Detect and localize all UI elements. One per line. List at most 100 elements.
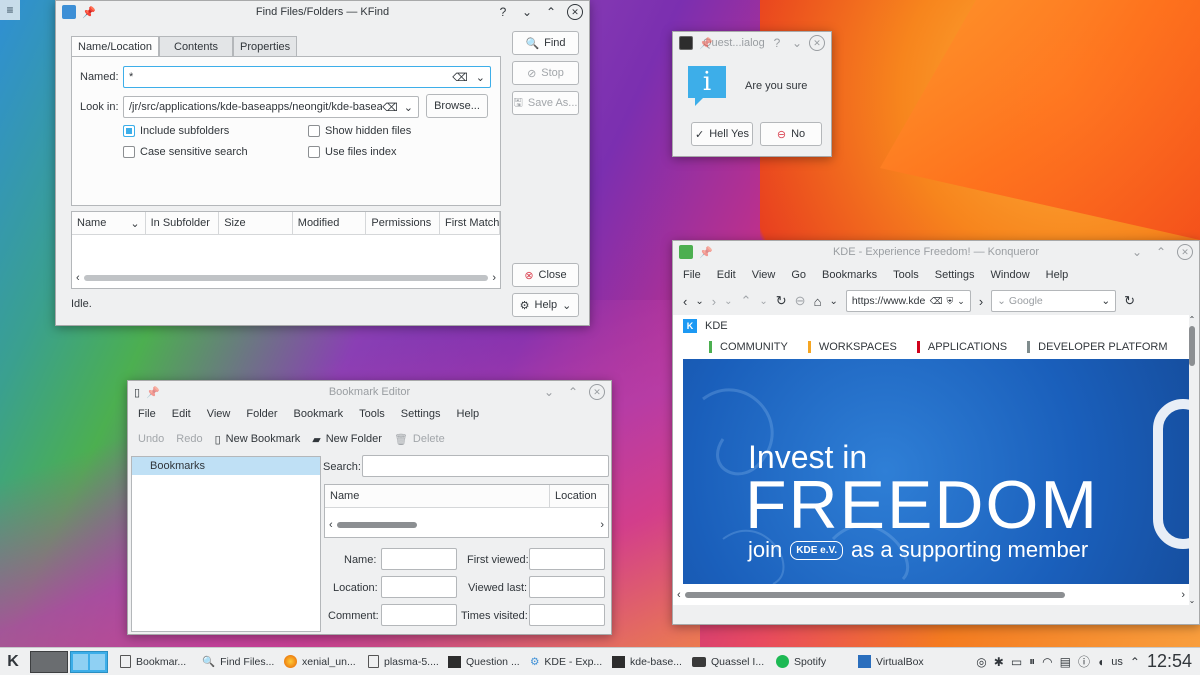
nav-community[interactable]: COMMUNITY xyxy=(683,341,798,353)
help-icon[interactable]: ? xyxy=(495,4,511,20)
bookmark-titlebar[interactable]: ▯ 📌 Bookmark Editor ⌄ ⌃ ✕ xyxy=(128,381,611,403)
nav-developer-platform[interactable]: DEVELOPER PLATFORM xyxy=(1017,341,1177,353)
browse-button[interactable]: Browse... xyxy=(426,94,488,118)
close-icon[interactable]: ✕ xyxy=(809,35,825,51)
minimize-icon[interactable]: ⌄ xyxy=(519,4,535,20)
chevron-down-icon[interactable]: ⌄ xyxy=(404,101,413,114)
kde-logo-icon[interactable]: K xyxy=(683,319,697,333)
minimize-icon[interactable]: ⌄ xyxy=(1129,244,1145,260)
case-sensitive-checkbox[interactable]: Case sensitive search xyxy=(123,146,248,158)
save-as-button[interactable]: 🖫 Save As... xyxy=(512,91,579,115)
desktop-1[interactable] xyxy=(30,650,68,673)
lookin-input[interactable]: /jr/src/applications/kde-baseapps/neongi… xyxy=(123,96,419,118)
task-konqueror[interactable]: ⚙ KDE - Exp... xyxy=(526,649,606,675)
chevron-down-icon[interactable]: ⌄ xyxy=(695,296,703,307)
show-hidden-checkbox[interactable]: Show hidden files xyxy=(308,125,411,137)
maximize-icon[interactable]: ⌃ xyxy=(565,384,581,400)
menu-view[interactable]: View xyxy=(744,269,784,281)
menu-file[interactable]: File xyxy=(675,269,709,281)
search-input[interactable] xyxy=(362,455,609,477)
menu-view[interactable]: View xyxy=(199,408,239,420)
chevron-down-icon[interactable]: ⌄ xyxy=(476,71,485,84)
minimize-icon[interactable]: ⌄ xyxy=(789,35,805,51)
menu-folder[interactable]: Folder xyxy=(238,408,285,420)
clear-icon[interactable]: ⌫ xyxy=(382,101,398,114)
close-icon[interactable]: ✕ xyxy=(589,384,605,400)
expand-tray-icon[interactable]: ⌃ xyxy=(1130,655,1140,669)
nav-workspaces[interactable]: WORKSPACES xyxy=(798,341,907,353)
menu-tools[interactable]: Tools xyxy=(885,269,927,281)
close-icon[interactable]: ✕ xyxy=(1177,244,1193,260)
column-header-name[interactable]: Name ⌄ xyxy=(72,212,146,234)
task-bookmark-editor[interactable]: Bookmar... xyxy=(116,649,196,675)
desktop-2[interactable] xyxy=(70,650,108,673)
task-question[interactable]: Question ... xyxy=(444,649,524,675)
task-quassel[interactable]: Quassel I... xyxy=(688,649,770,675)
menu-edit[interactable]: Edit xyxy=(164,408,199,420)
up-icon[interactable]: ⌃ xyxy=(740,293,751,309)
task-plasma[interactable]: plasma-5.... xyxy=(364,649,442,675)
volume-icon[interactable]: ◖ xyxy=(1097,655,1104,669)
column-header-size[interactable]: Size xyxy=(219,212,293,234)
pin-icon[interactable]: 📌 xyxy=(146,386,160,399)
column-header-location[interactable]: Location xyxy=(550,485,602,507)
tab-properties[interactable]: Properties xyxy=(233,36,298,57)
tab-name-location[interactable]: Name/Location xyxy=(71,36,159,57)
delete-button[interactable]: 🗑 Delete xyxy=(394,433,445,446)
clear-icon[interactable]: ⌫ xyxy=(452,71,468,84)
menu-help[interactable]: Help xyxy=(1038,269,1077,281)
update-icon[interactable]: ◎ xyxy=(976,655,986,669)
reload-icon[interactable]: ↻ xyxy=(776,293,787,309)
forward-icon[interactable]: › xyxy=(712,294,716,309)
column-header-modified[interactable]: Modified xyxy=(293,212,367,234)
maximize-icon[interactable]: ⌃ xyxy=(543,4,559,20)
task-firefox[interactable]: xenial_un... xyxy=(280,649,362,675)
menu-edit[interactable]: Edit xyxy=(709,269,744,281)
use-index-checkbox[interactable]: Use files index xyxy=(308,146,397,158)
search-input[interactable]: ⌄ Google ⌄ xyxy=(991,290,1117,312)
name-field[interactable] xyxy=(381,548,457,570)
kfind-titlebar[interactable]: 📌 Find Files/Folders — KFind ? ⌄ ⌃ ✕ xyxy=(56,1,589,23)
vertical-scrollbar[interactable]: ⌃ ⌄ xyxy=(1187,315,1197,605)
reload-icon[interactable]: ↻ xyxy=(1124,293,1135,309)
new-bookmark-button[interactable]: ▯ New Bookmark xyxy=(215,433,301,446)
column-header-first-match[interactable]: First Match xyxy=(440,212,500,234)
task-spotify[interactable]: Spotify xyxy=(772,649,852,675)
comment-field[interactable] xyxy=(381,604,457,626)
pin-icon[interactable]: 📌 xyxy=(699,37,713,50)
close-icon[interactable]: ✕ xyxy=(567,4,583,20)
column-header-subfolder[interactable]: In Subfolder xyxy=(146,212,220,234)
freedom-banner[interactable]: Invest in FREEDOM join KDE e.V. as a sup… xyxy=(683,359,1189,584)
clipboard-icon[interactable]: ▤ xyxy=(1060,655,1071,669)
help-icon[interactable]: ? xyxy=(769,35,785,51)
back-icon[interactable]: ‹ xyxy=(683,294,687,309)
clock[interactable]: 12:54 xyxy=(1147,651,1192,672)
yes-button[interactable]: ✓ Hell Yes xyxy=(691,122,753,146)
tree-item-bookmarks[interactable]: Bookmarks xyxy=(132,457,320,475)
nav-applications[interactable]: APPLICATIONS xyxy=(907,341,1017,353)
media-pause-icon[interactable]: ⏸ xyxy=(1029,654,1035,669)
menu-settings[interactable]: Settings xyxy=(927,269,983,281)
menu-bookmark[interactable]: Bookmark xyxy=(286,408,352,420)
column-header-permissions[interactable]: Permissions xyxy=(366,212,440,234)
stop-icon[interactable]: ⊖ xyxy=(795,293,806,309)
battery-icon[interactable]: ▭ xyxy=(1011,655,1022,669)
menu-bookmarks[interactable]: Bookmarks xyxy=(814,269,885,281)
tab-contents[interactable]: Contents xyxy=(159,36,234,57)
maximize-icon[interactable]: ⌃ xyxy=(1153,244,1169,260)
url-input[interactable]: https://www.kde ⌫ ⛨ ⌄ xyxy=(845,290,971,312)
notifications-icon[interactable]: ⓘ xyxy=(1078,653,1090,670)
new-folder-button[interactable]: ▰ New Folder xyxy=(312,433,382,446)
horizontal-scrollbar[interactable]: ‹ › xyxy=(329,519,604,531)
menu-window[interactable]: Window xyxy=(983,269,1038,281)
pin-icon[interactable]: 📌 xyxy=(82,6,96,19)
menu-go[interactable]: Go xyxy=(783,269,814,281)
horizontal-scrollbar[interactable]: ‹ › xyxy=(677,589,1185,601)
find-button[interactable]: 🔍 Find xyxy=(512,31,579,55)
site-name[interactable]: KDE xyxy=(705,320,728,332)
close-button[interactable]: ⊗ Close xyxy=(512,263,579,287)
task-virtualbox[interactable]: VirtualBox xyxy=(854,649,936,675)
include-subfolders-checkbox[interactable]: Include subfolders xyxy=(123,125,229,137)
pin-icon[interactable]: 📌 xyxy=(699,246,713,259)
no-button[interactable]: ⊖ No xyxy=(760,122,822,146)
